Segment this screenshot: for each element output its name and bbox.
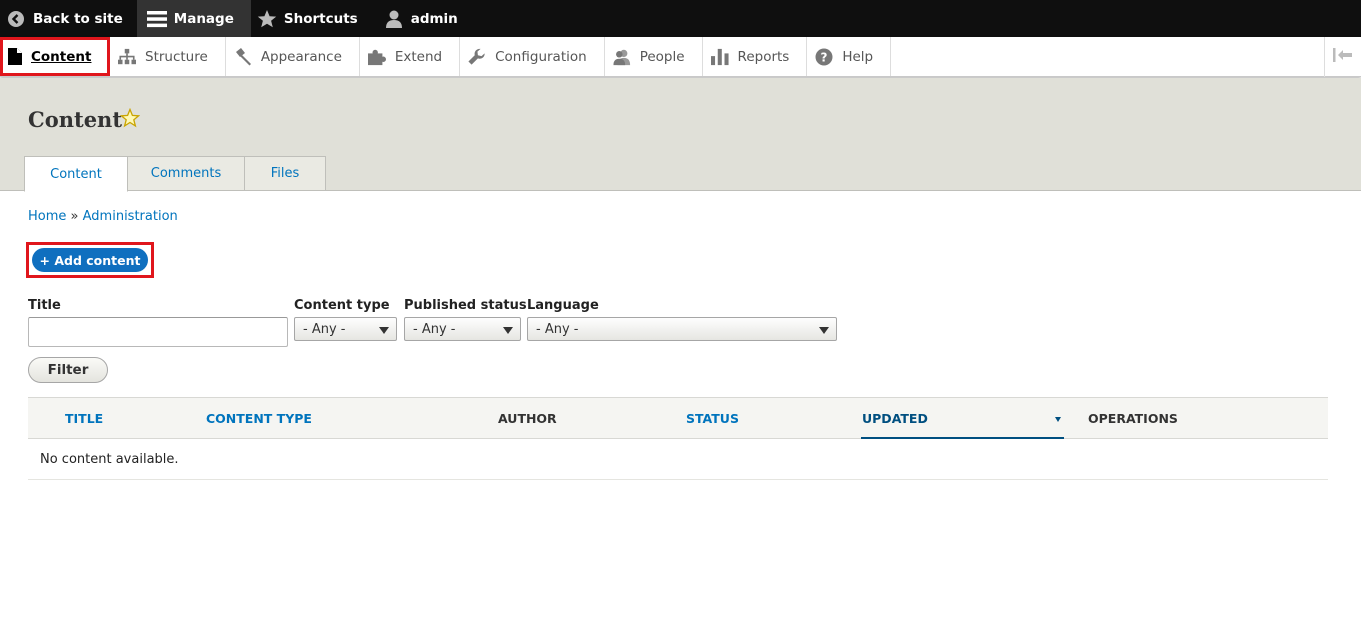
user-label: admin [410, 10, 458, 27]
tray-item-label: Extend [394, 48, 443, 65]
collapse-arrow-icon [1333, 48, 1353, 66]
puzzle-icon [367, 48, 386, 66]
content-type-select[interactable]: - Any - [294, 317, 397, 341]
add-content-highlight: + Add content [26, 242, 154, 278]
filter-button[interactable]: Filter [28, 357, 108, 383]
content-table: Title Content type Author Status Updated… [28, 397, 1328, 480]
primary-tabs: Content Comments Files [24, 156, 326, 192]
bar-chart-icon [710, 48, 729, 66]
tray-item-content[interactable]: Content [0, 37, 110, 76]
sitemap-icon [118, 48, 136, 66]
column-status[interactable]: Status [686, 411, 739, 426]
language-label: Language [527, 298, 599, 313]
tray-item-label: Configuration [495, 48, 587, 65]
tab-comments[interactable]: Comments [127, 156, 245, 191]
tray-item-reports[interactable]: Reports [703, 37, 808, 76]
svg-text:?: ? [821, 50, 828, 64]
table-row: No content available. [28, 439, 1328, 480]
tab-files[interactable]: Files [244, 156, 326, 191]
menu-icon [146, 9, 167, 29]
breadcrumb-home[interactable]: Home [28, 209, 66, 224]
breadcrumb-administration[interactable]: Administration [83, 209, 178, 224]
tray-item-label: Appearance [260, 48, 342, 65]
title-filter-label: Title [28, 298, 61, 313]
back-to-site-label: Back to site [33, 10, 123, 27]
tray-item-extend[interactable]: Extend [360, 37, 461, 76]
tray-item-help[interactable]: ? Help [807, 37, 892, 76]
page-header: Content Content Comments Files [0, 78, 1361, 192]
published-status-label: Published status [404, 298, 527, 313]
breadcrumb: Home » Administration [28, 209, 178, 224]
user-tab[interactable]: admin [372, 0, 472, 37]
column-updated[interactable]: Updated [862, 411, 928, 426]
chevron-down-icon [819, 327, 829, 334]
manage-tray: Content Structure Appearance Extend Conf… [0, 37, 1361, 77]
tab-content[interactable]: Content [24, 156, 128, 192]
tray-item-configuration[interactable]: Configuration [460, 37, 605, 76]
published-status-select[interactable]: - Any - [404, 317, 521, 341]
tray-item-structure[interactable]: Structure [110, 37, 226, 76]
column-content-type[interactable]: Content type [206, 411, 312, 426]
manage-tab[interactable]: Manage [136, 0, 251, 37]
tray-item-label: People [639, 48, 685, 65]
shortcut-star-icon[interactable] [119, 107, 141, 128]
column-title[interactable]: Title [65, 411, 103, 426]
chevron-down-icon [379, 327, 389, 334]
paintbrush-icon [234, 47, 252, 66]
shortcuts-tab[interactable]: Shortcuts [251, 0, 372, 37]
column-author: Author [498, 411, 557, 426]
tray-item-people[interactable]: People [605, 37, 703, 76]
tray-item-label: Content [31, 48, 92, 65]
breadcrumb-separator: » [70, 209, 79, 224]
page-title: Content [28, 107, 123, 132]
tray-item-appearance[interactable]: Appearance [226, 37, 360, 76]
empty-message: No content available. [40, 451, 179, 467]
tray-item-label: Reports [737, 48, 790, 65]
help-icon: ? [815, 48, 833, 66]
content-type-label: Content type [294, 298, 390, 313]
file-icon [8, 48, 22, 66]
table-header: Title Content type Author Status Updated… [28, 397, 1328, 439]
tray-orientation-toggle[interactable] [1324, 37, 1361, 77]
add-content-button[interactable]: + Add content [32, 248, 148, 272]
published-status-value: - Any - [413, 321, 456, 337]
people-icon [613, 48, 631, 66]
shortcuts-label: Shortcuts [283, 10, 358, 27]
back-to-site-link[interactable]: Back to site [0, 0, 137, 37]
language-value: - Any - [536, 321, 579, 337]
admin-toolbar: Back to site Manage Shortcuts admin [0, 0, 1361, 37]
chevron-down-icon [503, 327, 513, 334]
column-operations: Operations [1088, 411, 1178, 426]
tray-item-label: Help [842, 48, 874, 65]
language-select[interactable]: - Any - [527, 317, 837, 341]
star-icon [257, 9, 277, 29]
wrench-icon [468, 48, 486, 66]
sort-descending-icon [1055, 417, 1061, 422]
title-filter-input[interactable] [28, 317, 288, 347]
tray-item-label: Structure [145, 48, 208, 65]
user-icon [384, 9, 404, 29]
back-arrow-icon [6, 9, 26, 29]
manage-label: Manage [173, 10, 234, 27]
content-type-value: - Any - [303, 321, 346, 337]
